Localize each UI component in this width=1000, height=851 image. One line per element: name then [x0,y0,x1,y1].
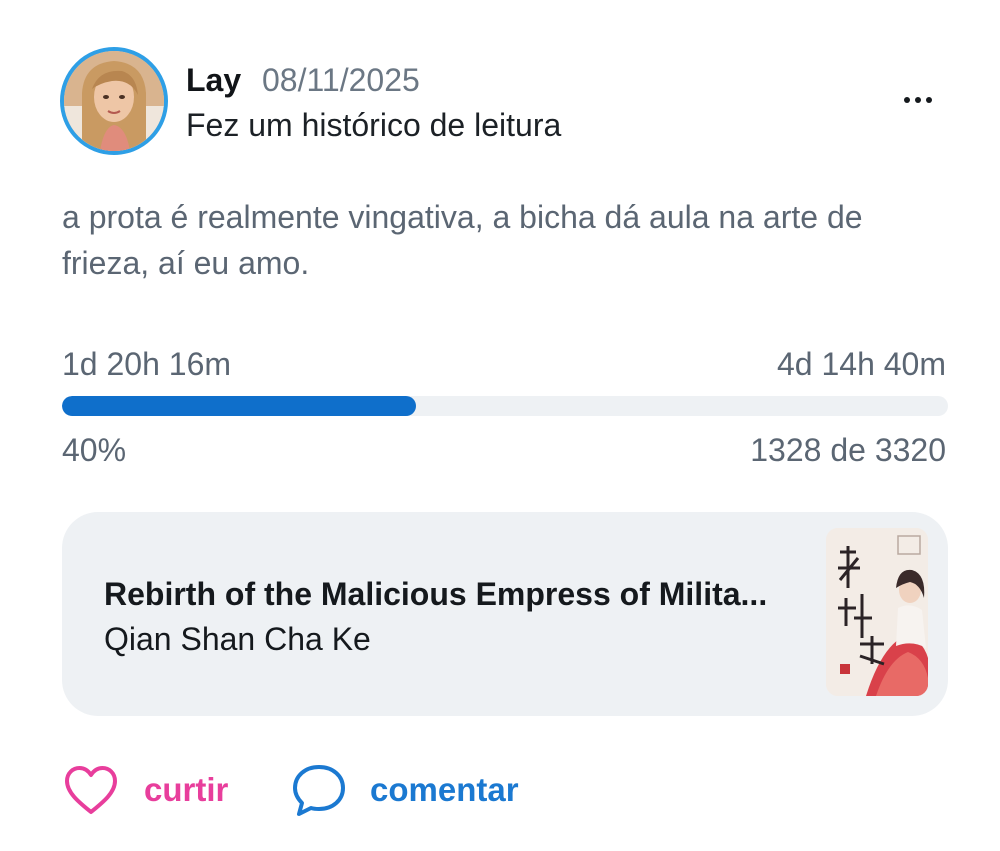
post-action-text: Fez um histórico de leitura [186,107,562,143]
like-button[interactable]: curtir [62,760,228,820]
avatar[interactable] [60,47,168,155]
comment-button[interactable]: comentar [290,760,519,820]
progress-pages: 1328 de 3320 [750,432,946,468]
user-name[interactable]: Lay [186,58,241,102]
post-body: a prota é realmente vingativa, a bicha d… [62,199,863,281]
more-options-button[interactable] [896,82,940,118]
reading-progress-bar [62,396,948,416]
book-card[interactable]: Rebirth of the Malicious Empress of Mili… [62,512,948,716]
comment-label: comentar [370,771,519,808]
heart-icon [65,766,117,814]
comment-bubble-icon [293,765,345,816]
book-cover [826,528,928,696]
reading-progress-fill [62,396,417,416]
more-horizontal-icon [904,97,910,103]
more-horizontal-icon-dot [915,97,921,103]
book-title: Rebirth of the Malicious Empress of Mili… [104,576,768,612]
avatar-photo [64,51,164,151]
more-horizontal-icon-dot [926,97,932,103]
post-date: 08/11/2025 [262,62,420,98]
book-author: Qian Shan Cha Ke [104,621,371,657]
time-spent: 1d 20h 16m [62,346,232,382]
book-cover-art [826,528,928,696]
progress-percent: 40% [62,432,127,468]
like-label: curtir [144,771,229,808]
time-remaining: 4d 14h 40m [776,346,946,382]
